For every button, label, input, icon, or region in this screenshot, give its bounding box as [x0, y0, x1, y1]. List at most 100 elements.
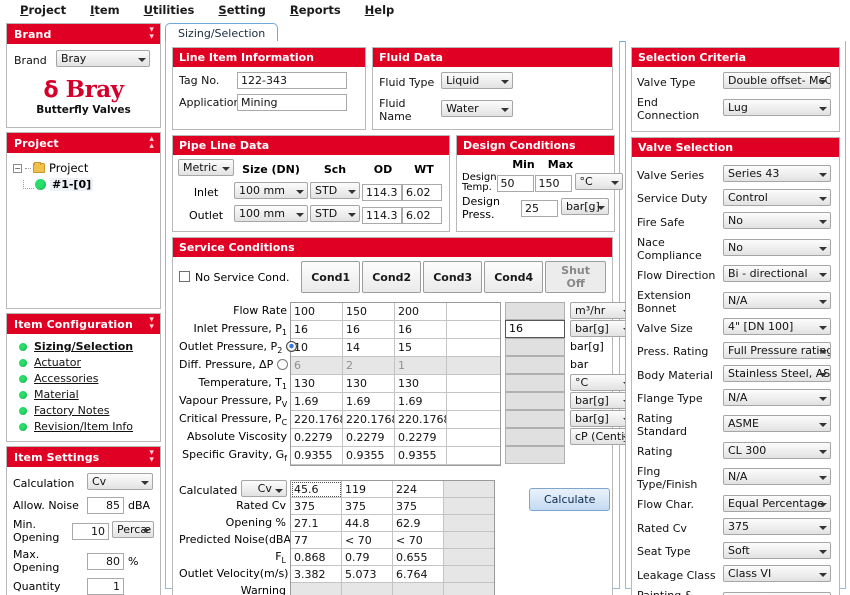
select-wrap-extension-bonnet[interactable]: N/A: [723, 291, 831, 312]
service-shutoff-cell-r3[interactable]: [505, 356, 565, 374]
service-cell-r8-c3[interactable]: [447, 447, 500, 465]
calculation-select-wrap[interactable]: Cv: [87, 473, 153, 493]
calculated-cell-r0-c2[interactable]: 224: [393, 481, 444, 498]
calculated-select-wrap[interactable]: Cv: [240, 480, 287, 502]
no-service-cond-check[interactable]: No Service Cond.: [179, 270, 293, 284]
item-configuration-header[interactable]: Item Configuration ▾ ▾: [7, 314, 160, 334]
service-cell-r5-c2[interactable]: 1.69: [395, 393, 447, 411]
select-press-rating[interactable]: Full Pressure rating: [723, 341, 831, 359]
service-cell-r1-c1[interactable]: 16: [343, 321, 395, 339]
calculated-cell-r6-c1[interactable]: [342, 583, 393, 595]
select-painting-finish[interactable]: Epoxy/Polyester: [723, 591, 831, 595]
service-cell-r3-c3[interactable]: [447, 357, 500, 375]
select-valve-type[interactable]: Double offset- McCar: [723, 72, 831, 89]
config-item-label[interactable]: Accessories: [34, 372, 98, 385]
brand-select-wrap[interactable]: Bray: [56, 50, 150, 70]
config-item-sizing-selection[interactable]: Sizing/Selection: [19, 340, 156, 353]
calculated-cell-r3-c2[interactable]: < 70: [393, 532, 444, 549]
min-opening-input[interactable]: [72, 522, 109, 540]
select-wrap-rated-cv[interactable]: 375: [723, 518, 831, 538]
service-cell-r8-c1[interactable]: 0.9355: [343, 447, 395, 465]
calculation-select[interactable]: Cv: [87, 473, 153, 490]
calculated-cell-r1-c3[interactable]: [444, 498, 494, 515]
calculated-cell-r6-c2[interactable]: [393, 583, 444, 595]
menu-item-item[interactable]: Item: [78, 1, 132, 19]
calculated-cell-r0-c1[interactable]: 119: [342, 481, 393, 498]
quantity-input[interactable]: [87, 578, 124, 595]
design-temp-unit-select[interactable]: °C: [574, 173, 623, 190]
fluid-name-select-wrap[interactable]: Water: [441, 100, 514, 120]
config-item-label[interactable]: Actuator: [34, 356, 81, 369]
service-cell-r6-c0[interactable]: 220.1768: [291, 411, 343, 429]
select-wrap-press-rating[interactable]: Full Pressure rating: [723, 341, 831, 362]
service-shutoff-cell-r6[interactable]: [505, 410, 565, 428]
service-shutoff-cell-r7[interactable]: [505, 428, 565, 446]
service-cell-r8-c2[interactable]: 0.9355: [395, 447, 447, 465]
select-wrap-flng-type-finish[interactable]: N/A: [723, 468, 831, 488]
calculated-cell-r6-c3[interactable]: [444, 583, 494, 595]
select-wrap-valve-series[interactable]: Series 43: [723, 165, 831, 185]
design-press-input[interactable]: [521, 199, 558, 217]
service-cell-r0-c2[interactable]: 200: [395, 303, 447, 321]
select-wrap-body-material[interactable]: Stainless Steel, ASTM: [723, 365, 831, 385]
select-wrap-valve-type[interactable]: Double offset- McCar: [723, 72, 831, 92]
calculated-cell-r4-c2[interactable]: 0.655: [393, 549, 444, 566]
calculated-cell-r3-c1[interactable]: < 70: [342, 532, 393, 549]
inlet-od-input[interactable]: [362, 183, 402, 201]
service-cell-r4-c1[interactable]: 130: [343, 375, 395, 393]
calculated-cell-r0-c0[interactable]: 45.6: [291, 481, 342, 498]
select-extension-bonnet[interactable]: N/A: [723, 291, 831, 309]
config-item-material[interactable]: Material: [19, 388, 156, 401]
tab-sizing-selection[interactable]: Sizing/Selection: [165, 23, 279, 43]
select-wrap-seat-type[interactable]: Soft: [723, 541, 831, 562]
select-wrap-flow-direction[interactable]: Bi - directional: [723, 265, 831, 285]
fluid-name-select[interactable]: Water: [441, 100, 514, 117]
select-wrap-valve-size[interactable]: 4" [DN 100]: [723, 318, 831, 338]
service-cell-r3-c1[interactable]: 2: [343, 357, 395, 375]
design-press-unit-select[interactable]: bar[g]: [561, 198, 609, 215]
service-cell-r7-c2[interactable]: 0.2279: [395, 429, 447, 447]
select-wrap-leakage-class[interactable]: Class VI: [723, 565, 831, 585]
config-item-label[interactable]: Revision/Item Info: [34, 420, 133, 433]
select-nace-compliance[interactable]: No: [723, 238, 831, 256]
service-shutoff-cell-r4[interactable]: [505, 374, 565, 392]
service-shutoff-cell-r5[interactable]: [505, 392, 565, 410]
service-cell-r1-c0[interactable]: 16: [291, 321, 343, 339]
calculated-cell-r5-c0[interactable]: 3.382: [291, 566, 342, 583]
service-cell-r4-c3[interactable]: [447, 375, 500, 393]
chevron-down-icon[interactable]: ▾ ▾: [149, 26, 154, 42]
select-flange-type[interactable]: N/A: [723, 388, 831, 406]
outlet-size-select[interactable]: 100 mm: [234, 205, 308, 222]
service-cell-r0-c3[interactable]: [447, 303, 500, 321]
condition-button-cond1[interactable]: Cond1: [301, 261, 361, 293]
select-wrap-painting-finish[interactable]: Epoxy/Polyester: [723, 591, 831, 595]
inlet-wt-input[interactable]: [402, 183, 442, 201]
select-flng-type-finish[interactable]: N/A: [723, 468, 831, 485]
design-temp-min-input[interactable]: [496, 174, 534, 192]
select-end-connection[interactable]: Lug: [723, 98, 831, 116]
calculated-cell-r4-c3[interactable]: [444, 549, 494, 566]
calculated-select[interactable]: Cv: [240, 480, 287, 497]
outlet-wt-input[interactable]: [402, 206, 442, 224]
unit-system-select[interactable]: Metric: [178, 159, 234, 176]
item-settings-header[interactable]: Item Settings ▾ ▾: [7, 447, 160, 467]
service-cell-r2-c2[interactable]: 15: [395, 339, 447, 357]
service-cell-r5-c0[interactable]: 1.69: [291, 393, 343, 411]
service-cell-r0-c1[interactable]: 150: [343, 303, 395, 321]
config-item-accessories[interactable]: Accessories: [19, 372, 156, 385]
service-cell-r2-c1[interactable]: 14: [343, 339, 395, 357]
condition-button-cond4[interactable]: Cond4: [484, 261, 544, 293]
select-valve-series[interactable]: Series 43: [723, 165, 831, 182]
calculated-cell-r0-c3[interactable]: [444, 481, 494, 498]
outlet-sch-wrap[interactable]: STD: [310, 205, 360, 225]
calculated-cell-r2-c0[interactable]: 27.1: [291, 515, 342, 532]
calculated-cell-r4-c0[interactable]: 0.868: [291, 549, 342, 566]
calculated-cell-r5-c1[interactable]: 5.073: [342, 566, 393, 583]
chevron-down-icon[interactable]: ▾ ▾: [149, 316, 154, 332]
select-wrap-flange-type[interactable]: N/A: [723, 388, 831, 409]
project-panel-header[interactable]: Project ▴ ▴: [7, 133, 160, 153]
chevron-down-icon[interactable]: ▾ ▾: [149, 449, 154, 465]
min-opening-unit-select[interactable]: Percæ: [112, 521, 154, 538]
condition-button-cond2[interactable]: Cond2: [362, 261, 422, 293]
brand-select[interactable]: Bray: [56, 50, 150, 67]
